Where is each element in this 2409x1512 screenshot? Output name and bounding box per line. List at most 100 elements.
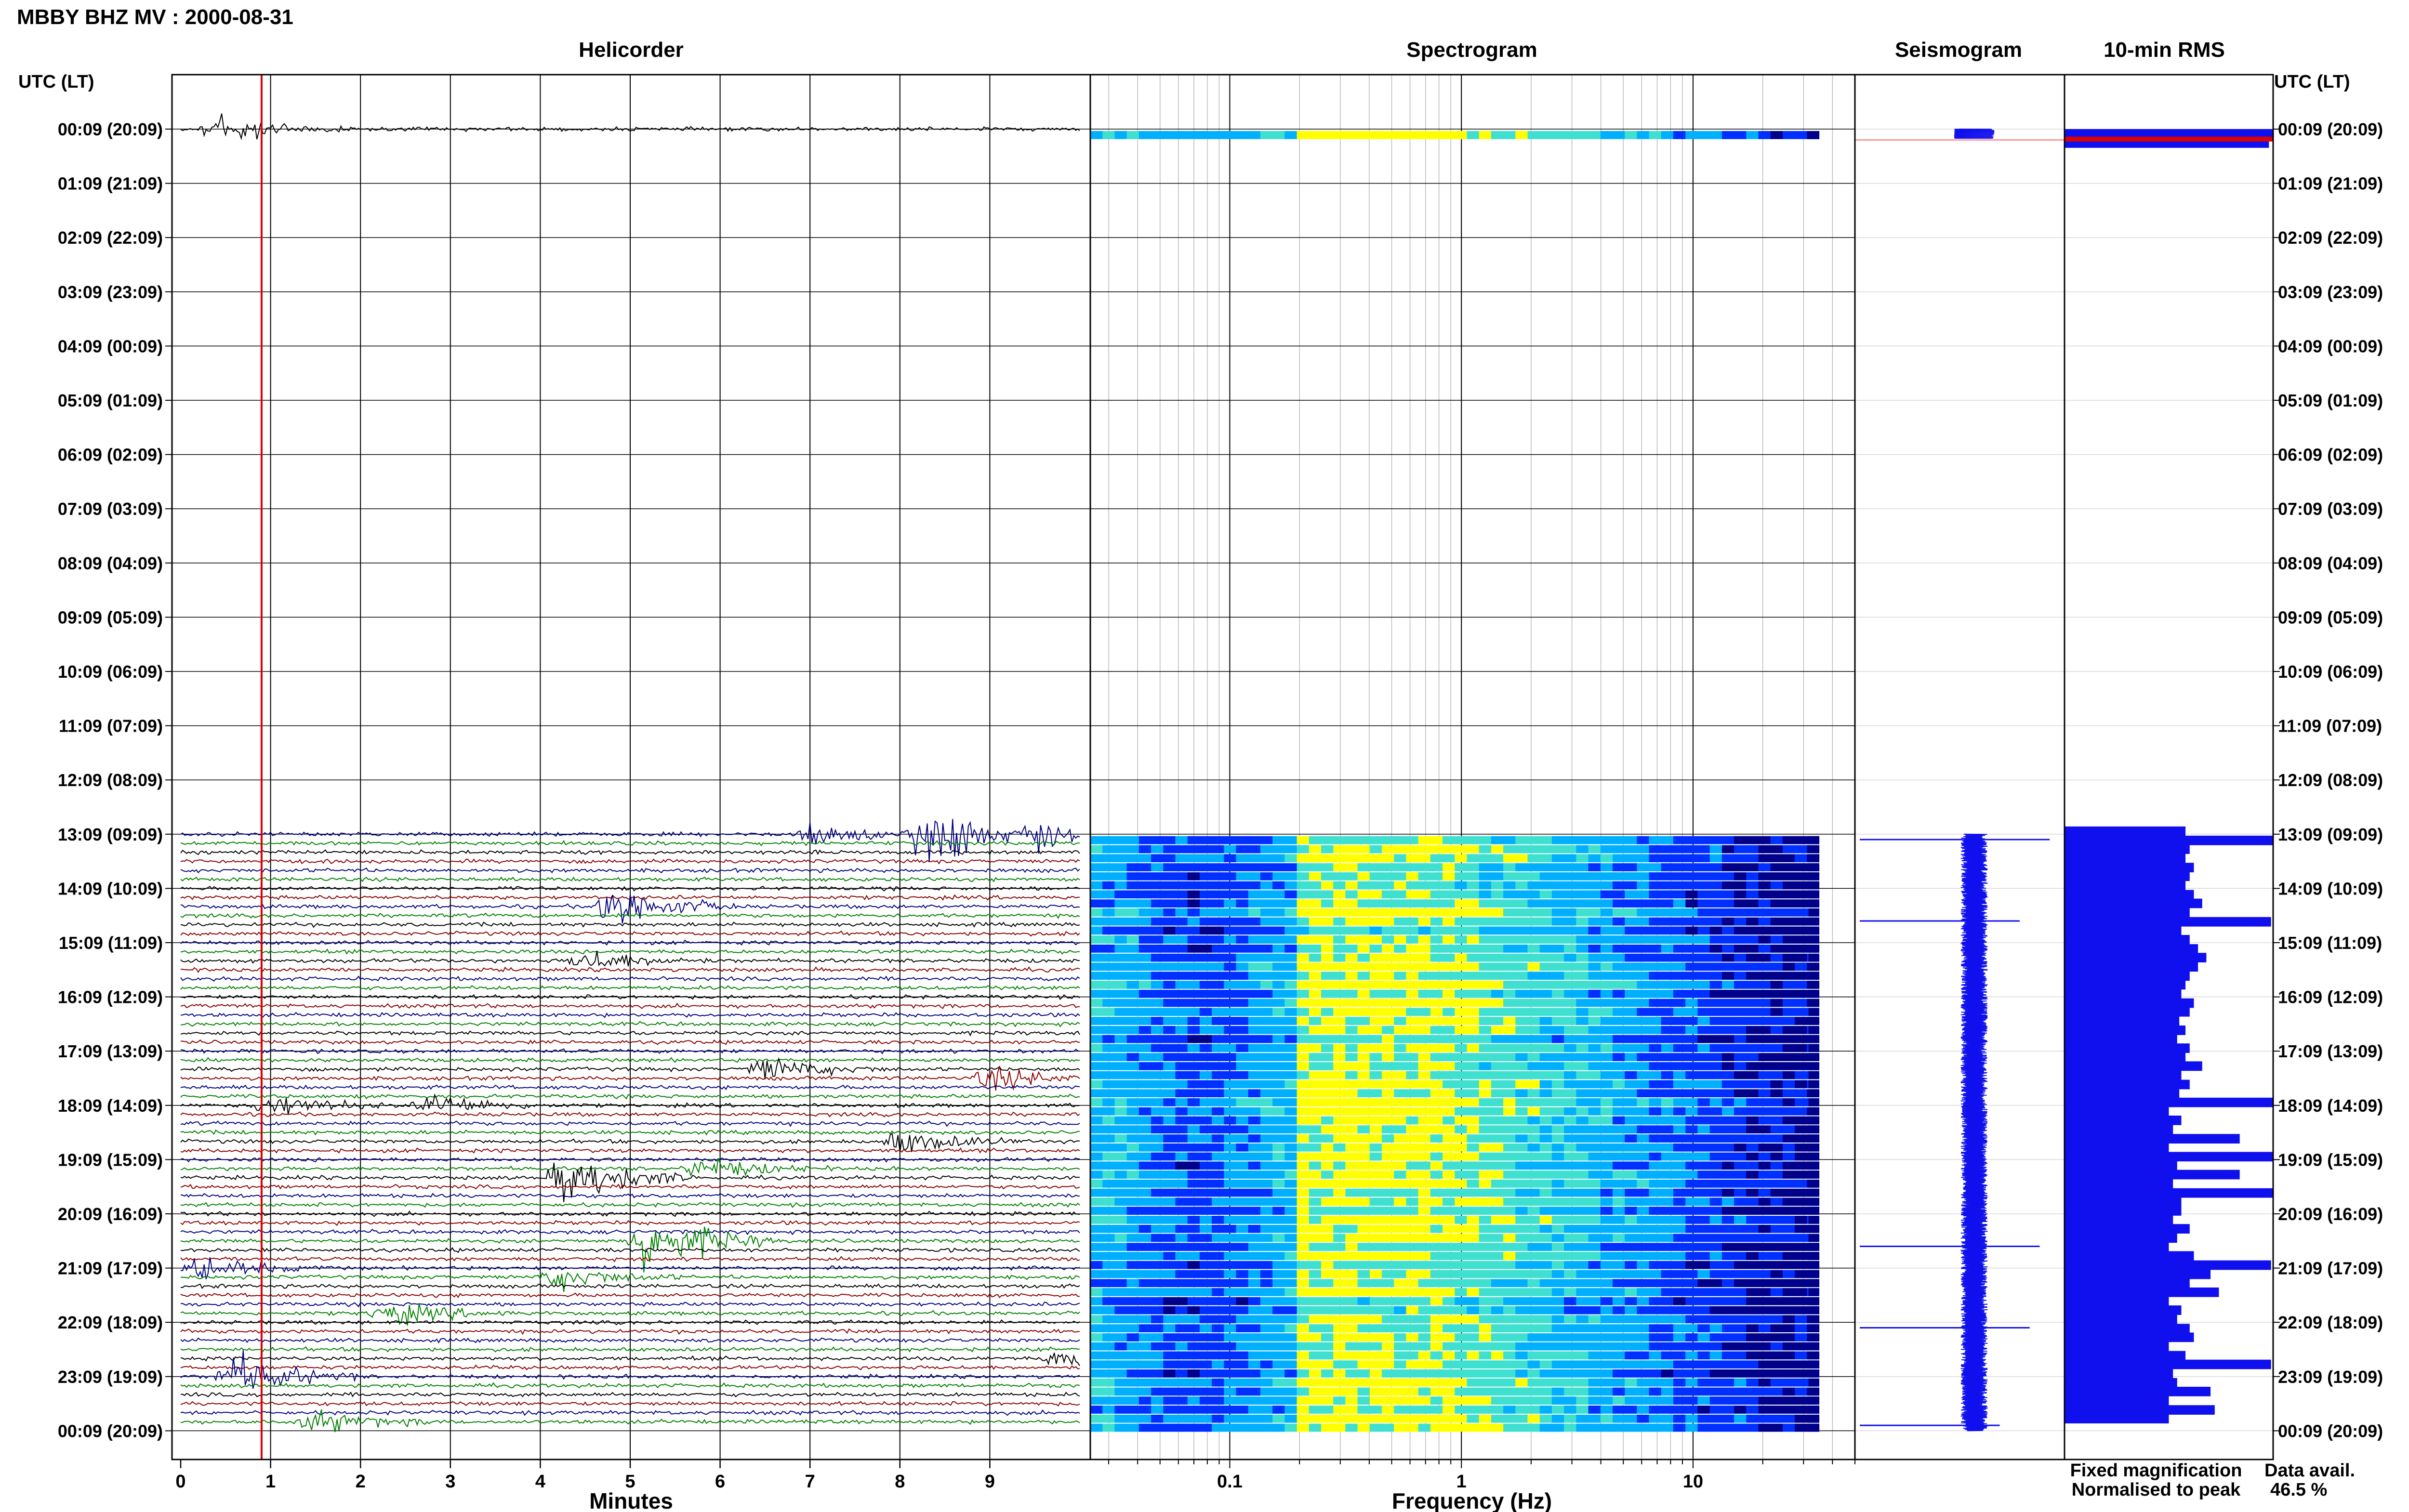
spectrogram-cell — [1576, 1406, 1589, 1414]
spectrogram-cell — [1782, 1423, 1795, 1432]
spectrogram-cell — [1284, 1279, 1297, 1288]
spectrogram-cell — [1357, 1188, 1370, 1197]
spectrogram-cell — [1734, 890, 1747, 899]
spectrogram-cell — [1709, 1008, 1722, 1016]
spectrogram-cell — [1551, 999, 1564, 1007]
spectrogram-cell — [1782, 899, 1795, 907]
spectrogram-cell — [1163, 890, 1176, 899]
spectrogram-cell — [1321, 926, 1334, 935]
spectrogram-cell — [1151, 1062, 1164, 1070]
spectrogram-cell — [1138, 1224, 1152, 1233]
spectrogram-row — [1090, 1423, 1820, 1432]
spectrogram-cell — [1697, 926, 1710, 935]
spectrogram-cell — [1260, 899, 1273, 907]
spectrogram-cell — [1369, 1125, 1382, 1134]
spectrogram-cell — [1600, 1207, 1613, 1215]
spectrogram-cell — [1600, 1279, 1613, 1288]
spectrogram-cell — [1175, 1044, 1188, 1052]
spectrogram-cell — [1333, 1026, 1346, 1034]
spectrogram-cell — [1576, 1234, 1589, 1242]
spectrogram-cell — [1551, 1098, 1564, 1106]
spectrogram-cell — [1515, 1315, 1528, 1324]
spectrogram-cell — [1297, 1116, 1310, 1125]
spectrogram-cell — [1770, 890, 1783, 899]
spectrogram-cell — [1224, 1125, 1237, 1134]
spectrogram-cell — [1199, 999, 1212, 1007]
spectrogram-cell — [1394, 1008, 1406, 1016]
spectrogram-cell — [1479, 1170, 1492, 1179]
spectrogram-cell — [1673, 1297, 1686, 1305]
spectrogram-cell — [1455, 1252, 1468, 1260]
spectrogram-cell — [1212, 1080, 1224, 1089]
spectrogram-cell — [1576, 1224, 1589, 1233]
spectrogram-cell — [1551, 1143, 1564, 1152]
spectrogram-cell — [1721, 1089, 1734, 1098]
spectrogram-cell — [1455, 1216, 1468, 1224]
spectrogram-cell — [1467, 1378, 1480, 1387]
spectrogram-cell — [1248, 1035, 1261, 1043]
spectrogram-cell — [1321, 962, 1334, 971]
spectrogram-cell — [1758, 1243, 1771, 1251]
spectrogram-cell — [1685, 989, 1698, 998]
spectrogram-cell — [1151, 908, 1164, 917]
spectrogram-cell — [1394, 1252, 1406, 1260]
rms-bar — [2065, 1359, 2271, 1369]
spectrogram-cell — [1151, 1098, 1164, 1106]
spectrogram-cell — [1637, 1297, 1650, 1305]
spectrogram-cell — [1613, 1261, 1625, 1269]
spectrogram-cell — [1199, 1423, 1212, 1432]
spectrogram-cell — [1199, 1161, 1212, 1170]
spectrogram-cell — [1491, 1387, 1504, 1396]
spectrogram-cell — [1224, 962, 1237, 971]
spectrogram-cell — [1515, 1378, 1528, 1387]
spectrogram-cell — [1685, 1161, 1698, 1170]
spectrogram-cell — [1224, 1017, 1237, 1025]
spectrogram-cell — [1551, 972, 1564, 980]
spectrogram-cell — [1770, 1243, 1783, 1251]
spectrogram-cell — [1808, 1188, 1819, 1197]
spectrogram-cell — [1734, 1152, 1747, 1161]
spectrogram-cell — [1333, 1098, 1346, 1106]
spectrogram-cell — [1394, 1414, 1406, 1423]
spectrogram-cell — [1102, 1053, 1115, 1061]
spectrogram-cell — [1126, 1306, 1139, 1315]
spectrogram-cell — [1309, 953, 1322, 962]
spectrogram-cell — [1661, 1406, 1674, 1414]
spectrogram-cell — [1090, 1351, 1103, 1360]
spectrogram-cell — [1309, 1134, 1322, 1143]
spectrogram-cell — [1770, 1342, 1783, 1351]
spectrogram-cell — [1539, 962, 1552, 971]
spectrogram-cell — [1369, 1143, 1382, 1152]
spectrogram-cell — [1770, 1179, 1783, 1188]
spectrogram-cell — [1212, 1134, 1224, 1143]
spectrogram-cell — [1479, 872, 1492, 881]
spectrogram-cell — [1443, 1324, 1455, 1332]
spectrogram-cell — [1443, 1243, 1455, 1251]
spectrogram-cell — [1309, 972, 1322, 980]
spectrogram-cell — [1430, 1143, 1443, 1152]
spectrogram-cell — [1126, 1369, 1139, 1378]
spectrogram-cell — [1734, 881, 1747, 890]
spectrogram-cell — [1297, 131, 1310, 139]
spectrogram-cell — [1721, 1044, 1734, 1052]
spectrogram-cell — [1260, 1170, 1273, 1179]
spectrogram-cell — [1576, 872, 1589, 881]
spectrogram-cell — [1430, 917, 1443, 926]
spectrogram-cell — [1151, 1224, 1164, 1233]
spectrogram-cell — [1721, 1107, 1734, 1116]
spectrogram-cell — [1284, 1387, 1297, 1396]
spectrogram-cell — [1515, 1098, 1528, 1106]
spectrogram-cell — [1126, 1134, 1139, 1143]
spectrogram-cell — [1685, 1089, 1698, 1098]
spectrogram-cell — [1564, 1406, 1576, 1414]
spectrogram-cell — [1430, 1279, 1443, 1288]
spectrogram-cell — [1102, 1279, 1115, 1288]
spectrogram-cell — [1649, 1152, 1662, 1161]
spectrogram-cell — [1758, 1406, 1771, 1414]
spectrogram-cell — [1600, 1035, 1613, 1043]
spectrogram-cell — [1321, 854, 1334, 863]
spectrogram-cell — [1260, 1216, 1273, 1224]
spectrogram-cell — [1443, 845, 1455, 854]
spectrogram-cell — [1734, 854, 1747, 863]
spectrogram-cell — [1782, 1143, 1795, 1152]
